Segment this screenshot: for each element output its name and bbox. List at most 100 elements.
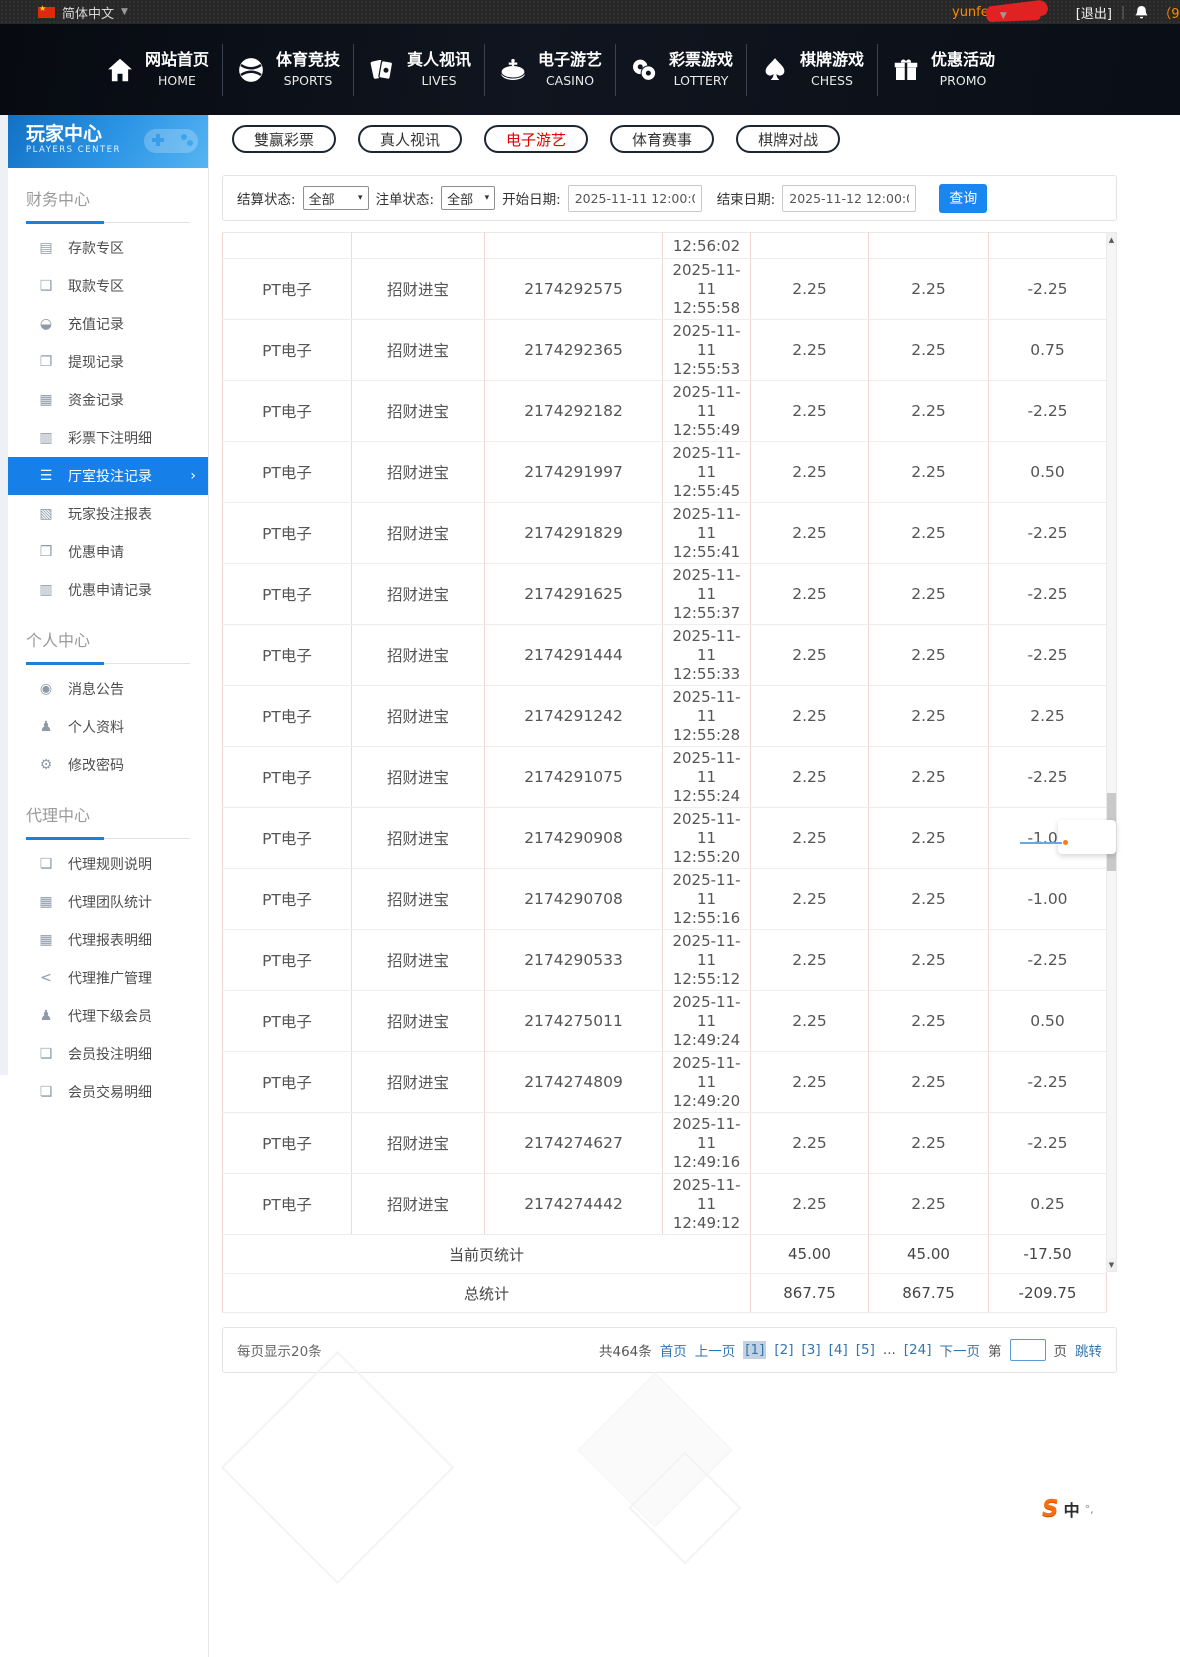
sidebar-item-label: 优惠申请 bbox=[68, 542, 124, 562]
page-number-link[interactable]: [4] bbox=[829, 1342, 848, 1358]
sidebar-item-label: 代理团队统计 bbox=[68, 892, 152, 912]
cell-order-id: 2174274627 bbox=[485, 1113, 663, 1174]
sidebar-item[interactable]: ❑ 取款专区 bbox=[8, 267, 208, 305]
sidebar-item[interactable]: ☰ 厅室投注记录 › bbox=[8, 457, 208, 495]
cell-time: 2025-11-11 12:49:24 bbox=[663, 991, 751, 1052]
bell-icon[interactable] bbox=[1134, 5, 1149, 20]
cell-game: 招财进宝 bbox=[352, 381, 485, 442]
tab-pill[interactable]: 电子游艺 bbox=[484, 125, 588, 153]
order-status-select[interactable]: 全部 ▾ bbox=[441, 186, 495, 210]
order-status-label: 注单状态: bbox=[376, 188, 435, 208]
total-summary-row: 总统计 867.75 867.75 -209.75 bbox=[223, 1274, 1107, 1313]
sidebar-item[interactable]: ❏ 代理规则说明 bbox=[8, 845, 208, 883]
nav-item-casino[interactable]: 电子游艺CASINO bbox=[485, 43, 615, 97]
ime-mode-label: 中 bbox=[1064, 1497, 1080, 1521]
sidebar-item[interactable]: ❐ 提现记录 bbox=[8, 343, 208, 381]
sidebar-divider-line bbox=[208, 115, 209, 1657]
cell-game: 招财进宝 bbox=[352, 686, 485, 747]
sidebar-item[interactable]: ▥ 彩票下注明细 bbox=[8, 419, 208, 457]
cell-date-line: 2025-11-11 bbox=[663, 261, 750, 299]
sidebar-item[interactable]: ♟ 个人资料 bbox=[8, 708, 208, 746]
table-row: PT电子 招财进宝 2174290908 2025-11-11 12:55:20… bbox=[223, 808, 1107, 869]
cell-game: 招财进宝 bbox=[352, 1052, 485, 1113]
lottery-balls-icon bbox=[629, 55, 659, 85]
nav-item-lives[interactable]: 真人视讯LIVES bbox=[354, 43, 484, 97]
sidebar-item[interactable]: < 代理推广管理 bbox=[8, 959, 208, 997]
last-page-link[interactable]: [24] bbox=[904, 1342, 932, 1358]
cell-date-line: 2025-11-11 bbox=[663, 932, 750, 970]
username-menu[interactable]: yunfe ▼ bbox=[952, 5, 1067, 20]
nav-item-home[interactable]: 网站首页HOME bbox=[92, 43, 222, 97]
sidebar-item[interactable]: ▥ 优惠申请记录 bbox=[8, 571, 208, 609]
total-count-label: 共464条 bbox=[599, 1340, 652, 1360]
notice-link[interactable]: （9）新消息 bbox=[1158, 3, 1180, 22]
page-number-link[interactable]: [3] bbox=[802, 1342, 821, 1358]
tab-pill[interactable]: 棋牌对战 bbox=[736, 125, 840, 153]
end-date-input[interactable] bbox=[782, 185, 916, 212]
page-number-link[interactable]: [5] bbox=[856, 1342, 875, 1358]
page-number-link[interactable]: [2] bbox=[774, 1342, 793, 1358]
sidebar-item[interactable]: ❏ 会员投注明细 bbox=[8, 1035, 208, 1073]
ime-toolbar[interactable]: S 中 °, bbox=[1042, 1494, 1094, 1524]
sidebar-item[interactable]: ▤ 存款专区 bbox=[8, 229, 208, 267]
logout-link[interactable]: [退出] bbox=[1076, 3, 1112, 22]
cell-time: 2025-11-11 12:55:45 bbox=[663, 442, 751, 503]
settle-status-select[interactable]: 全部 ▾ bbox=[303, 186, 369, 210]
scroll-down-arrow-icon[interactable]: ▼ bbox=[1107, 1258, 1116, 1271]
sidebar-item[interactable]: ❒ 优惠申请 bbox=[8, 533, 208, 571]
first-page-link[interactable]: 首页 bbox=[660, 1340, 687, 1360]
sidebar-item[interactable]: ▦ 代理报表明细 bbox=[8, 921, 208, 959]
tab-pill[interactable]: 雙赢彩票 bbox=[232, 125, 336, 153]
nav-item-chess[interactable]: 棋牌游戏CHESS bbox=[747, 43, 877, 97]
sidebar: 玩家中心 PLAYERS CENTER 财务中心 ▤ 存款专区 ❑ 取款专区 ◒… bbox=[8, 115, 208, 1075]
sidebar-item[interactable]: ❏ 会员交易明细 bbox=[8, 1073, 208, 1111]
sidebar-item[interactable]: ▦ 资金记录 bbox=[8, 381, 208, 419]
page-number-link[interactable]: [1] bbox=[743, 1341, 766, 1359]
sidebar-item-label: 厅室投注记录 bbox=[68, 466, 152, 486]
cell-valid: 2.25 bbox=[869, 381, 989, 442]
cell-bet bbox=[751, 233, 869, 259]
cell-valid: 2.25 bbox=[869, 930, 989, 991]
table-row: PT电子 招财进宝 2174291242 2025-11-11 12:55:28… bbox=[223, 686, 1107, 747]
ime-punct-label: °, bbox=[1085, 1503, 1094, 1516]
recharge-record-icon: ◒ bbox=[38, 316, 54, 332]
table-row: PT电子 招财进宝 2174291444 2025-11-11 12:55:33… bbox=[223, 625, 1107, 686]
cell-hall: PT电子 bbox=[223, 808, 352, 869]
prev-page-link[interactable]: 上一页 bbox=[695, 1340, 736, 1360]
category-tabs: 雙赢彩票 真人视讯 电子游艺 体育赛事 棋牌对战 bbox=[232, 125, 1117, 153]
tab-pill[interactable]: 真人视讯 bbox=[358, 125, 462, 153]
jump-prefix-label: 第 bbox=[988, 1340, 1002, 1360]
bet-record-table: 12:56:02 PT电子 招财进宝 2174292575 2025-11-11… bbox=[222, 232, 1107, 1313]
sidebar-item[interactable]: ⚙ 修改密码 bbox=[8, 746, 208, 784]
sidebar-item[interactable]: ♟ 代理下级会员 bbox=[8, 997, 208, 1035]
sidebar-item-label: 消息公告 bbox=[68, 679, 124, 699]
nav-item-promo[interactable]: 优惠活动PROMO bbox=[878, 43, 1008, 97]
cell-game: 招财进宝 bbox=[352, 442, 485, 503]
topbar-user-area: yunfe ▼ [退出] | （9）新消息 bbox=[952, 0, 1180, 24]
settle-status-value: 全部 bbox=[309, 189, 335, 208]
nav-item-lottery[interactable]: 彩票游戏LOTTERY bbox=[616, 43, 746, 97]
cell-hall: PT电子 bbox=[223, 1113, 352, 1174]
language-switcher[interactable]: 简体中文 ▼ bbox=[38, 0, 128, 24]
cell-date-line: 2025-11-11 bbox=[663, 444, 750, 482]
nav-item-sports[interactable]: 体育竞技SPORTS bbox=[223, 43, 353, 97]
table-scrollbar[interactable]: ▲ ▼ bbox=[1106, 232, 1117, 1272]
start-date-input[interactable] bbox=[568, 185, 702, 212]
sidebar-item[interactable]: ▧ 玩家投注报表 bbox=[8, 495, 208, 533]
sidebar-item-label: 代理推广管理 bbox=[68, 968, 152, 988]
sidebar-item[interactable]: ◉ 消息公告 bbox=[8, 670, 208, 708]
nav-label-en: CASINO bbox=[546, 73, 594, 88]
scroll-up-arrow-icon[interactable]: ▲ bbox=[1107, 233, 1116, 246]
nav-label-zh: 优惠活动 bbox=[931, 50, 995, 69]
jump-button[interactable]: 跳转 bbox=[1075, 1340, 1102, 1360]
chevron-down-icon: ▼ bbox=[1000, 11, 1007, 21]
jump-page-input[interactable] bbox=[1010, 1339, 1046, 1361]
tab-pill[interactable]: 体育赛事 bbox=[610, 125, 714, 153]
chevron-down-icon: ▼ bbox=[121, 7, 128, 17]
next-page-link[interactable]: 下一页 bbox=[940, 1340, 981, 1360]
search-button[interactable]: 查询 bbox=[939, 184, 987, 213]
sidebar-item[interactable]: ▦ 代理团队统计 bbox=[8, 883, 208, 921]
cell-date-line: 2025-11-11 bbox=[663, 505, 750, 543]
sidebar-item[interactable]: ◒ 充值记录 bbox=[8, 305, 208, 343]
cell-time-line: 12:55:28 bbox=[663, 726, 750, 745]
